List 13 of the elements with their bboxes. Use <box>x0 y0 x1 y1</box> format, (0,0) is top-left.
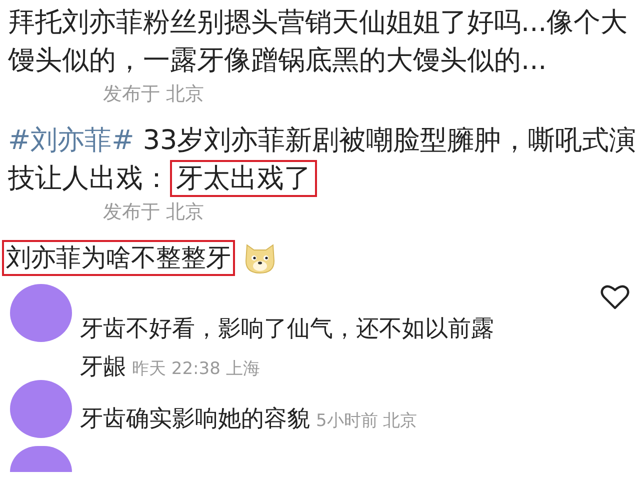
post-text: #刘亦菲# 33岁刘亦菲新剧被嘲脸型臃肿，嘶吼式演技让人出戏： 牙太出戏了 <box>8 122 638 198</box>
comment-text: 牙齿不好看，影响了仙气，还不如以前露牙龈 昨天 22:38 上海 <box>80 315 495 382</box>
comment-meta: 5小时前 北京 <box>316 411 418 431</box>
highlight-box: 牙太出戏了 <box>170 160 317 197</box>
comment-meta: 昨天 22:38 上海 <box>132 359 260 379</box>
post-text: 拜托刘亦菲粉丝别摁头营销天仙姐姐了好吗...像个大馒头似的，一露牙像蹭锅底黑的大馒头似的... <box>8 6 629 78</box>
post-location: 发布于 北京 <box>103 200 204 225</box>
highlight-box: 刘亦菲为啥不整整牙 <box>2 240 235 276</box>
hashtag-link[interactable]: #刘亦菲# <box>8 125 134 156</box>
post-location: 发布于 北京 <box>103 82 204 107</box>
dog-face-icon <box>243 241 277 275</box>
comment-text: 牙齿确实影响她的容貌 5小时前 北京 <box>80 405 418 434</box>
heart-icon[interactable] <box>600 284 630 310</box>
